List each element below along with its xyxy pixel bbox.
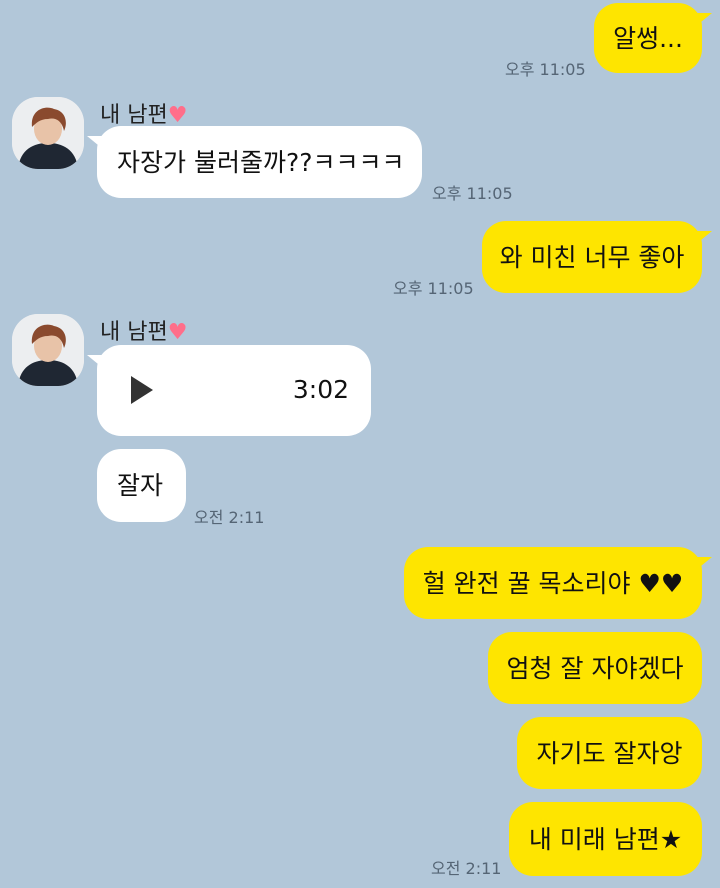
sender-name: 내 남편♥ [100,320,188,345]
message-text: 엄청 잘 자야겠다 [506,653,684,683]
message-text: 알썽... [613,23,683,53]
message-text: 와 미친 너무 좋아 [499,242,685,272]
other-message-bubble[interactable]: 잘자 [97,449,186,522]
my-message-bubble[interactable]: 헐 완전 꿀 목소리야 ♥♥ [404,547,712,619]
avatar-photo [12,314,84,386]
heart-icon: ♥ [167,320,188,345]
heart-icon: ♥ [167,103,188,128]
my-message-bubble[interactable]: 와 미친 너무 좋아 [482,221,712,293]
voice-message-bubble[interactable]: 3:02 [87,345,371,436]
message-text: 잘자 [117,471,164,500]
my-message-bubble[interactable]: 자기도 잘자앙 [517,717,702,789]
message-time: 오전 2:11 [194,508,265,527]
my-message-bubble[interactable]: 알썽... [594,3,712,73]
sender-avatar[interactable] [12,97,84,169]
avatar-photo [12,97,84,169]
message-text: 자장가 불러줄까??ㅋㅋㅋㅋ [117,147,405,177]
voice-duration: 3:02 [292,375,349,404]
sender-avatar[interactable] [12,314,84,386]
sender-name: 내 남편♥ [100,103,188,128]
message-time: 오후 11:05 [393,279,474,298]
message-time: 오전 2:11 [431,859,502,878]
message-text: 내 미래 남편★ [528,824,683,854]
message-time: 오후 11:05 [432,184,513,203]
message-text: 자기도 잘자앙 [536,738,683,768]
my-message-bubble[interactable]: 내 미래 남편★ [509,802,702,876]
other-message-bubble[interactable]: 자장가 불러줄까??ㅋㅋㅋㅋ [87,126,422,198]
play-icon[interactable] [131,376,153,404]
my-message-bubble[interactable]: 엄청 잘 자야겠다 [488,632,702,704]
message-text: 헐 완전 꿀 목소리야 ♥♥ [422,568,684,598]
message-time: 오후 11:05 [505,60,586,79]
